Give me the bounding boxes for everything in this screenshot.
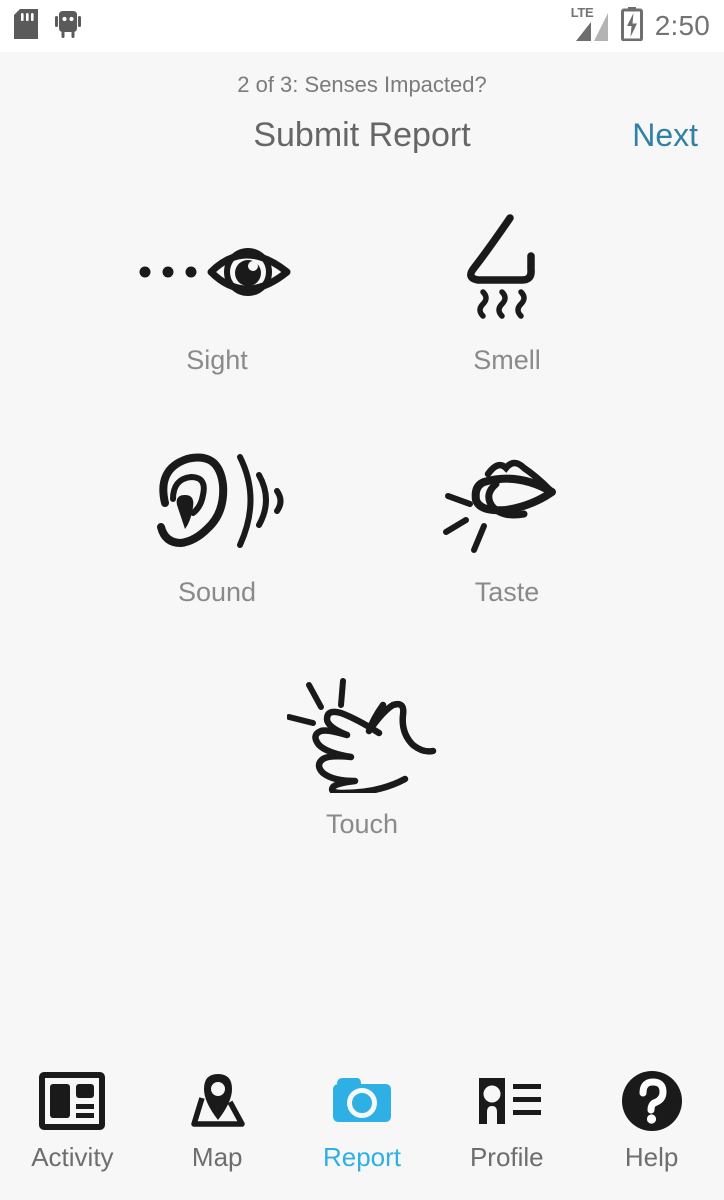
article-icon — [39, 1071, 106, 1135]
tab-map[interactable]: Map — [145, 1045, 290, 1195]
android-robot-icon — [54, 10, 82, 43]
sense-option-taste[interactable]: Taste — [362, 434, 652, 666]
page-title: Submit Report — [253, 116, 471, 155]
sense-option-sight[interactable]: Sight — [72, 202, 362, 434]
tab-label: Report — [322, 1142, 402, 1172]
sense-option-smell[interactable]: Smell — [362, 202, 652, 434]
eye-icon — [135, 230, 300, 315]
sense-option-touch[interactable]: Touch — [217, 666, 507, 898]
tab-activity[interactable]: Activity — [0, 1045, 145, 1195]
sd-card-icon — [14, 8, 38, 44]
id-card-icon — [471, 1074, 543, 1133]
tab-label: Activity — [31, 1142, 114, 1172]
camera-icon — [329, 1074, 395, 1133]
question-mark-icon — [621, 1070, 683, 1137]
tab-label: Help — [624, 1142, 679, 1172]
status-bar-right-icons: LTE 2:50 — [570, 5, 710, 46]
sense-label: Smell — [473, 345, 541, 376]
bottom-tab-bar: Activity Map Report Profile Help — [0, 1040, 724, 1200]
next-button[interactable]: Next — [632, 110, 698, 160]
tab-label: Map — [191, 1142, 243, 1172]
sense-label: Sound — [177, 577, 257, 608]
nose-icon — [452, 212, 562, 332]
status-bar-left-icons — [14, 8, 82, 44]
tab-profile[interactable]: Profile — [434, 1045, 579, 1195]
page-header: 2 of 3: Senses Impacted? Submit Report N… — [0, 52, 724, 160]
tongue-icon — [440, 444, 575, 564]
tab-label: Profile — [469, 1142, 544, 1172]
title-row: Submit Report Next — [0, 110, 724, 160]
signal-strength-icon: LTE — [570, 5, 612, 43]
clock-label: 2:50 — [654, 10, 710, 41]
step-indicator: 2 of 3: Senses Impacted? — [237, 72, 487, 97]
map-pin-icon — [182, 1072, 252, 1135]
tab-help[interactable]: Help — [579, 1045, 724, 1195]
battery-charging-icon — [620, 6, 643, 46]
hand-icon — [286, 675, 437, 798]
sense-label: Sight — [186, 345, 248, 376]
sense-label: Touch — [325, 809, 399, 840]
sense-option-sound[interactable]: Sound — [72, 434, 362, 666]
ear-icon — [145, 447, 290, 562]
network-type-label: LTE — [570, 5, 594, 20]
tab-report[interactable]: Report — [290, 1045, 435, 1195]
sense-label: Taste — [474, 577, 540, 608]
status-bar: LTE 2:50 — [0, 0, 724, 52]
senses-grid: Sight Smell Sound Taste Touch — [0, 202, 724, 898]
